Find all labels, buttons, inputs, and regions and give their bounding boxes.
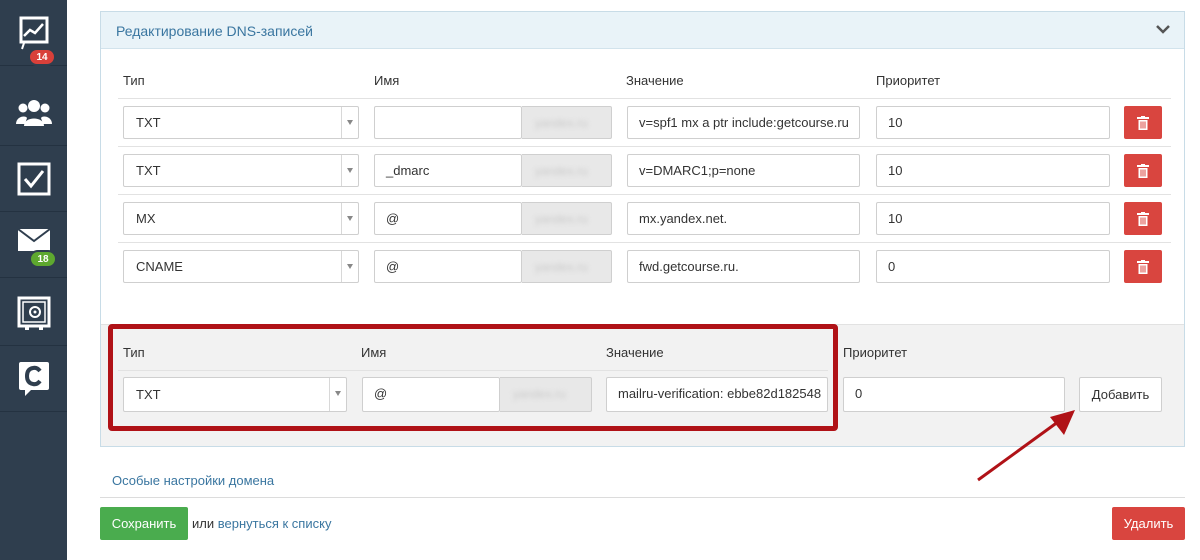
delete-record-button[interactable] (1124, 202, 1162, 235)
record-name-input[interactable] (374, 106, 522, 139)
sidebar: 14 18 (0, 0, 67, 560)
domain-suffix: yandex.ru (535, 260, 588, 274)
new-record-value-input[interactable]: mailru-verification: ebbe82d182548 (606, 377, 828, 412)
record-value-input[interactable]: v=DMARC1;p=none (627, 154, 860, 187)
new-record-name-input[interactable]: @ (362, 377, 500, 412)
sidebar-item-tasks[interactable] (0, 146, 67, 212)
trash-icon (1137, 163, 1149, 178)
record-priority-input[interactable]: 10 (876, 106, 1110, 139)
mail-icon (16, 227, 51, 251)
add-record-button[interactable]: Добавить (1079, 377, 1162, 412)
dns-panel: Редактирование DNS-записей Тип Имя Значе… (100, 11, 1185, 447)
checkbox-icon (17, 162, 50, 195)
record-type-value: TXT (136, 115, 161, 130)
domain-addon: yandex.ru (522, 106, 612, 139)
record-value-input[interactable]: fwd.getcourse.ru. (627, 250, 860, 283)
new-header-priority: Приоритет (843, 345, 908, 360)
save-button[interactable]: Сохранить (100, 507, 188, 540)
record-name-input[interactable]: @ (374, 202, 522, 235)
annotation-arrow-icon (977, 410, 1075, 482)
sidebar-item-mail[interactable]: 18 (0, 212, 67, 278)
sidebar-item-safe[interactable] (0, 280, 67, 346)
sidebar-item-getcourse[interactable] (0, 346, 67, 412)
record-type-select[interactable]: MX (123, 202, 359, 235)
record-type-value: TXT (136, 163, 161, 178)
trash-icon (1137, 115, 1149, 130)
select-arrow-icon (341, 107, 358, 138)
divider (118, 242, 1171, 243)
record-type-value: TXT (136, 387, 161, 402)
record-type-value: CNAME (136, 259, 183, 274)
new-header-name: Имя (361, 345, 387, 360)
record-type-select[interactable]: TXT (123, 154, 359, 187)
users-icon (15, 99, 52, 126)
header-value: Значение (626, 73, 684, 88)
record-name-input[interactable]: _dmarc (374, 154, 522, 187)
sidebar-item-users[interactable] (0, 80, 67, 146)
record-value-input[interactable]: mx.yandex.net. (627, 202, 860, 235)
divider (100, 497, 1185, 498)
delete-record-button[interactable] (1124, 106, 1162, 139)
select-arrow-icon (341, 203, 358, 234)
chevron-down-icon[interactable] (1156, 24, 1170, 34)
record-value-input[interactable]: v=spf1 mx a ptr include:getcourse.ru (627, 106, 860, 139)
domain-addon: yandex.ru (522, 250, 612, 283)
record-priority-input[interactable]: 0 (876, 250, 1110, 283)
select-arrow-icon (341, 155, 358, 186)
record-type-value: MX (136, 211, 156, 226)
notification-badge: 14 (28, 48, 56, 66)
new-header-type: Тип (123, 345, 145, 360)
divider (118, 370, 828, 371)
record-priority-input[interactable]: 10 (876, 202, 1110, 235)
delete-domain-button[interactable]: Удалить (1112, 507, 1185, 540)
header-type: Тип (123, 73, 145, 88)
select-arrow-icon (329, 378, 346, 411)
panel-header[interactable]: Редактирование DNS-записей (101, 12, 1184, 49)
record-type-select[interactable]: CNAME (123, 250, 359, 283)
notification-badge: 18 (29, 250, 57, 268)
new-record-type-select[interactable]: TXT (123, 377, 347, 412)
record-type-select[interactable]: TXT (123, 106, 359, 139)
or-text: или вернуться к списку (192, 516, 331, 531)
domain-suffix: yandex.ru (535, 212, 588, 226)
delete-record-button[interactable] (1124, 250, 1162, 283)
delete-record-button[interactable] (1124, 154, 1162, 187)
record-name-input[interactable]: @ (374, 250, 522, 283)
domain-suffix: yandex.ru (513, 387, 566, 401)
header-name: Имя (374, 73, 400, 88)
safe-icon (17, 296, 50, 330)
or-label: или (192, 516, 215, 531)
chart-icon (19, 16, 48, 49)
panel-title: Редактирование DNS-записей (116, 23, 313, 39)
select-arrow-icon (341, 251, 358, 282)
trash-icon (1137, 259, 1149, 274)
record-priority-input[interactable]: 10 (876, 154, 1110, 187)
getcourse-logo-icon (18, 361, 49, 396)
trash-icon (1137, 211, 1149, 226)
back-to-list-link[interactable]: вернуться к списку (218, 516, 332, 531)
header-priority: Приоритет (876, 73, 941, 88)
new-header-value: Значение (606, 345, 664, 360)
domain-addon: yandex.ru (500, 377, 592, 412)
special-settings-link[interactable]: Особые настройки домена (112, 473, 274, 488)
domain-addon: yandex.ru (522, 154, 612, 187)
divider (118, 146, 1171, 147)
domain-suffix: yandex.ru (535, 164, 588, 178)
domain-suffix: yandex.ru (535, 116, 588, 130)
domain-addon: yandex.ru (522, 202, 612, 235)
sidebar-item-stats[interactable]: 14 (0, 0, 67, 66)
divider (118, 194, 1171, 195)
divider (118, 98, 1171, 99)
